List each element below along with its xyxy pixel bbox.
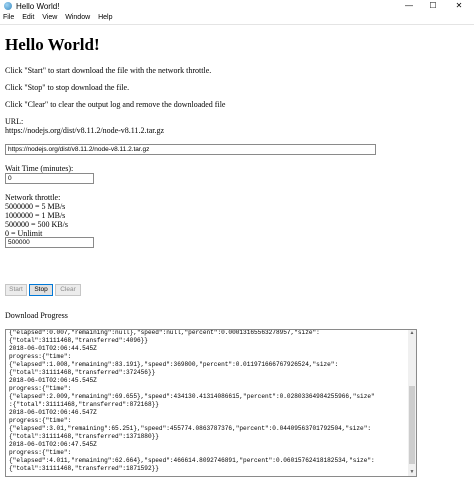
start-button[interactable]: Start: [5, 284, 27, 296]
log-line: progress:{"time":: [9, 385, 72, 392]
menu-bar: File Edit View Window Help: [0, 13, 474, 25]
log-line: 2018-06-01T02:06:45.545Z: [9, 377, 97, 384]
throttle-option-line: 5000000 = 5 MB/s: [5, 202, 66, 211]
log-line: {"elapsed":3.01,"remaining":65.251},"spe…: [9, 425, 372, 432]
log-line: :{"total":31111468,"transferred":872168}…: [9, 401, 159, 408]
page-heading: Hello World!: [5, 35, 100, 54]
menu-file[interactable]: File: [0, 13, 17, 21]
log-line: progress:{"time":: [9, 449, 72, 456]
log-line: {"elapsed":2.009,"remaining":69.655},"sp…: [9, 393, 375, 400]
log-line: {"total":31111468,"transferred":1371880}…: [9, 433, 159, 440]
throttle-option-line: 500000 = 500 KB/s: [5, 220, 68, 229]
log-line: progress:{"time":: [9, 417, 72, 424]
minimize-icon[interactable]: —: [400, 1, 418, 10]
instruction-start: Click "Start" to start download the file…: [5, 66, 212, 75]
url-input[interactable]: https://nodejs.org/dist/v8.11.2/node-v8.…: [5, 144, 376, 155]
menu-help[interactable]: Help: [95, 13, 115, 21]
scroll-up-icon[interactable]: ▲: [408, 331, 416, 336]
log-line: {"total":31111468,"transferred":1871592}…: [9, 465, 159, 472]
log-line: 2018-06-01T02:06:44.545Z: [9, 345, 97, 352]
throttle-input[interactable]: 500000: [5, 237, 94, 248]
throttle-label: Network throttle:: [5, 193, 61, 202]
wait-time-input[interactable]: 0: [5, 173, 94, 184]
log-line: {"elapsed":4.011,"remaining":62.664},"sp…: [9, 457, 375, 464]
wait-time-label: Wait Time (minutes):: [5, 164, 74, 173]
instruction-stop: Click "Stop" to stop download the file.: [5, 83, 130, 92]
menu-view[interactable]: View: [39, 13, 60, 21]
download-progress-title: Download Progress: [5, 311, 68, 320]
instruction-clear: Click "Clear" to clear the output log an…: [5, 100, 226, 109]
close-icon[interactable]: ✕: [450, 1, 468, 10]
log-line: {"elapsed":1.008,"remaining":83.191},"sp…: [9, 361, 339, 368]
log-text: {"elapsed":0.007,"remaining":null},"spee…: [9, 329, 405, 473]
url-text: https://nodejs.org/dist/v8.11.2/node-v8.…: [5, 126, 165, 135]
maximize-icon[interactable]: ☐: [424, 1, 442, 10]
window-title: Hello World!: [16, 2, 60, 11]
log-line: progress:{"time":: [9, 353, 72, 360]
menu-edit[interactable]: Edit: [19, 13, 37, 21]
log-line: 2018-06-01T02:06:47.545Z: [9, 441, 97, 448]
log-line: {"elapsed":0.007,"remaining":null},"spee…: [9, 329, 320, 336]
scroll-thumb[interactable]: [409, 386, 415, 464]
log-line: {"total":31111468,"transferred":372456}}: [9, 369, 156, 376]
menu-window[interactable]: Window: [62, 13, 93, 21]
log-scrollbar[interactable]: ▲ ▼: [408, 330, 416, 476]
app-icon: [4, 2, 12, 10]
title-bar: Hello World! — ☐ ✕: [0, 0, 474, 13]
log-line: 2018-06-01T02:06:46.547Z: [9, 409, 97, 416]
log-line: {"total":31111468,"transferred":4096}}: [9, 337, 148, 344]
stop-button[interactable]: Stop: [29, 284, 53, 296]
clear-button[interactable]: Clear: [55, 284, 81, 296]
throttle-option-line: 1000000 = 1 MB/s: [5, 211, 66, 220]
output-log[interactable]: {"elapsed":0.007,"remaining":null},"spee…: [5, 329, 417, 477]
scroll-down-icon[interactable]: ▼: [408, 470, 416, 475]
url-label: URL:: [5, 117, 24, 126]
